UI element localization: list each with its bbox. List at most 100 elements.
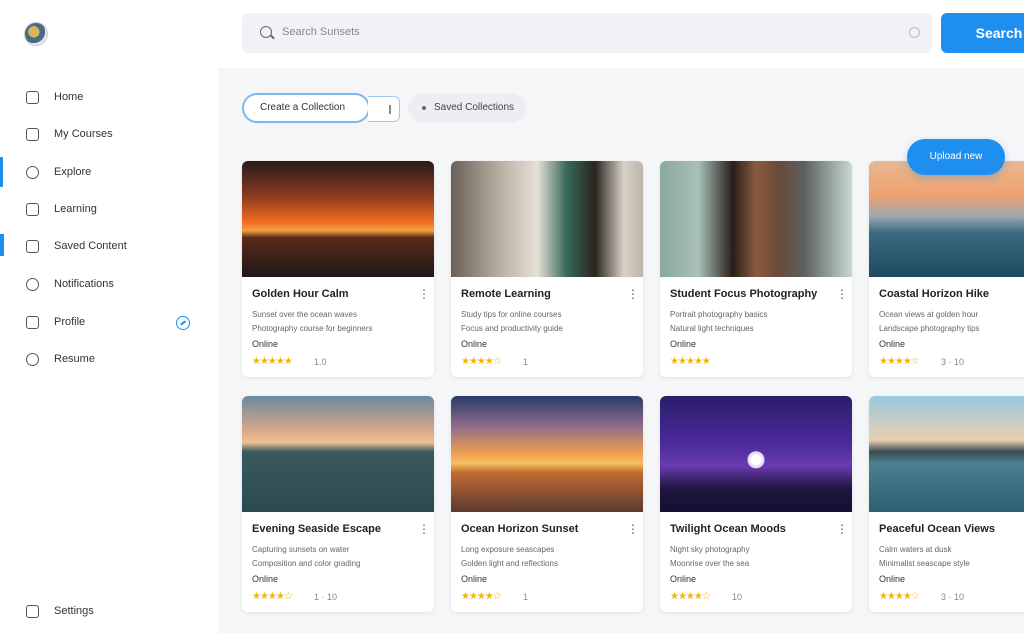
home-icon — [26, 91, 39, 104]
sidebar-item-home[interactable]: Home — [0, 83, 218, 113]
sidebar-item-label: Saved Content — [54, 240, 127, 252]
sidebar: Home My Courses Explore Learning Saved C… — [0, 68, 218, 633]
sidebar-item-explore[interactable]: Explore — [0, 158, 218, 188]
sidebar-item-profile[interactable]: Profile — [0, 308, 218, 338]
courses-icon — [26, 128, 39, 141]
rating-count: 1 — [523, 357, 529, 367]
sidebar-item-my-courses[interactable]: My Courses — [0, 120, 218, 150]
chip-dropdown-toggle[interactable] — [368, 96, 400, 122]
card-description: Night sky photography — [670, 545, 750, 554]
course-card[interactable]: Twilight Ocean Moods ⋮ Night sky photogr… — [660, 396, 852, 612]
rating-stars: ★★★★☆ — [670, 591, 711, 602]
sidebar-item-label: Explore — [54, 166, 92, 178]
learning-icon — [26, 203, 39, 216]
card-description: Moonrise over the sea — [670, 559, 750, 568]
sidebar-item-learning[interactable]: Learning — [0, 195, 218, 225]
card-thumbnail — [451, 161, 643, 277]
rating-stars: ★★★★☆ — [461, 591, 502, 602]
course-card[interactable]: Peaceful Ocean Views ⋮ Calm waters at du… — [869, 396, 1024, 612]
card-description: Ocean views at golden hour — [879, 310, 979, 319]
sidebar-item-label: Home — [54, 91, 84, 103]
rating-count: 1 · 10 — [314, 592, 338, 602]
create-collection-chip[interactable]: Create a Collection — [242, 93, 370, 123]
sidebar-item-settings[interactable]: Settings — [0, 597, 218, 627]
card-title: Golden Hour Calm — [252, 288, 349, 300]
course-card[interactable]: Golden Hour Calm ⋮ Sunset over the ocean… — [242, 161, 434, 377]
rating-count: 3 · 10 — [941, 357, 965, 367]
card-description: Study tips for online courses — [461, 310, 562, 319]
card-thumbnail — [869, 161, 1024, 277]
course-card[interactable]: Ocean Horizon Sunset ⋮ Long exposure sea… — [451, 396, 643, 612]
more-options-icon[interactable]: ⋮ — [418, 288, 430, 302]
sidebar-item-saved-content[interactable]: Saved Content — [0, 232, 218, 262]
logo-icon[interactable] — [24, 22, 48, 46]
notifications-icon — [26, 278, 39, 291]
card-meta: Online — [670, 574, 697, 584]
card-description: Natural light techniques — [670, 324, 754, 333]
card-thumbnail — [869, 396, 1024, 512]
course-card[interactable]: Remote Learning ⋮ Study tips for online … — [451, 161, 643, 377]
card-thumbnail — [660, 396, 852, 512]
card-thumbnail — [242, 161, 434, 277]
chip-label: Saved Collections — [434, 102, 515, 113]
sidebar-item-label: Profile — [54, 316, 86, 328]
upload-button[interactable]: Upload new — [907, 139, 1005, 175]
rating-stars: ★★★★★ — [670, 356, 711, 367]
sidebar-item-label: Settings — [54, 605, 94, 617]
card-description: Long exposure seascapes — [461, 545, 555, 554]
card-meta: Online — [879, 574, 906, 584]
rating-count: 10 — [732, 592, 743, 602]
course-card[interactable]: Coastal Horizon Hike ⋮ Ocean views at go… — [869, 161, 1024, 377]
top-bar: Search Sunsets Search — [0, 0, 1024, 68]
card-description: Composition and color grading — [252, 559, 361, 568]
saved-collections-chip[interactable]: Saved Collections — [408, 93, 526, 123]
card-description: Minimalist seascape style — [879, 559, 970, 568]
card-meta: Online — [879, 339, 906, 349]
more-options-icon[interactable]: ⋮ — [627, 523, 639, 537]
rating-stars: ★★★★☆ — [252, 591, 293, 602]
card-thumbnail — [451, 396, 643, 512]
card-title: Remote Learning — [461, 288, 551, 300]
clear-icon[interactable] — [909, 27, 920, 38]
card-title: Student Focus Photography — [670, 288, 818, 300]
card-meta: Online — [252, 574, 279, 584]
more-options-icon[interactable]: ⋮ — [836, 288, 848, 302]
search-input[interactable]: Search Sunsets — [242, 13, 932, 53]
sidebar-item-notifications[interactable]: Notifications — [0, 270, 218, 300]
more-options-icon[interactable]: ⋮ — [418, 523, 430, 537]
card-title: Twilight Ocean Moods — [670, 523, 786, 535]
card-description: Sunset over the ocean waves — [252, 310, 357, 319]
more-options-icon[interactable]: ⋮ — [627, 288, 639, 302]
card-title: Evening Seaside Escape — [252, 523, 382, 535]
card-title: Ocean Horizon Sunset — [461, 523, 579, 535]
card-description: Focus and productivity guide — [461, 324, 563, 333]
search-placeholder: Search Sunsets — [282, 26, 360, 38]
card-thumbnail — [242, 396, 434, 512]
sidebar-item-label: My Courses — [54, 128, 113, 140]
sidebar-item-resume[interactable]: Resume — [0, 345, 218, 375]
explore-icon — [26, 166, 39, 179]
edit-badge-icon[interactable] — [176, 316, 190, 330]
rating-count: 1 — [523, 592, 529, 602]
rating-count: 1.0 — [314, 357, 327, 367]
card-description: Capturing sunsets on water — [252, 545, 350, 554]
more-options-icon[interactable]: ⋮ — [836, 523, 848, 537]
resume-icon — [26, 353, 39, 366]
rating-stars: ★★★★★ — [252, 356, 293, 367]
card-title: Peaceful Ocean Views — [879, 523, 995, 535]
search-icon — [260, 26, 272, 38]
card-description: Portrait photography basics — [670, 310, 768, 319]
card-meta: Online — [670, 339, 697, 349]
sidebar-item-label: Notifications — [54, 278, 114, 290]
course-card[interactable]: Evening Seaside Escape ⋮ Capturing sunse… — [242, 396, 434, 612]
card-meta: Online — [461, 339, 488, 349]
card-thumbnail — [660, 161, 852, 277]
course-card[interactable]: Student Focus Photography ⋮ Portrait pho… — [660, 161, 852, 377]
rating-stars: ★★★★☆ — [461, 356, 502, 367]
rating-stars: ★★★★☆ — [879, 356, 920, 367]
search-button[interactable]: Search — [941, 13, 1024, 53]
plus-icon — [422, 106, 426, 110]
saved-icon — [26, 240, 39, 253]
card-title: Coastal Horizon Hike — [879, 288, 990, 300]
card-meta: Online — [461, 574, 488, 584]
